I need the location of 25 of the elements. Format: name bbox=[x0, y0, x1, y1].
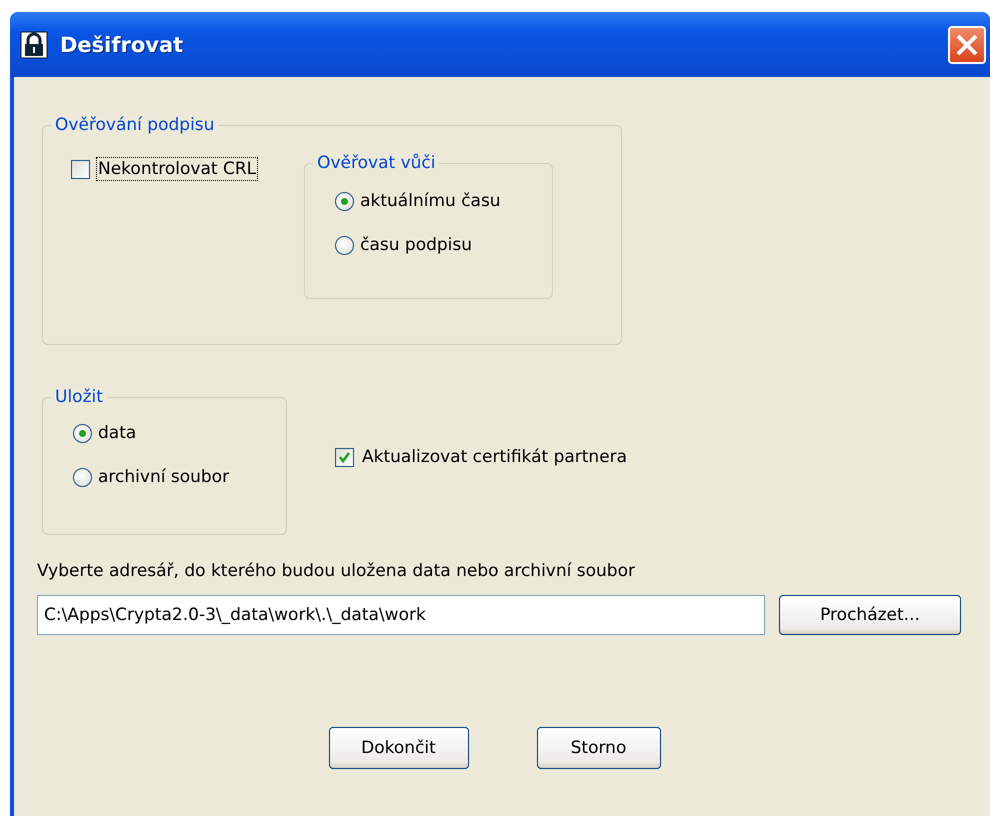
radio-label: aktuálnímu času bbox=[360, 191, 501, 211]
close-icon bbox=[955, 32, 979, 56]
group-title: Ověřovat vůči bbox=[316, 153, 436, 173]
checkbox[interactable] bbox=[335, 448, 354, 466]
browse-button[interactable]: Procházet... bbox=[779, 595, 961, 635]
directory-label: Vyberte adresář, do kterého budou uložena data nebo archivní soubor bbox=[37, 561, 636, 581]
group-title: Uložit bbox=[54, 387, 104, 407]
radio-label: archivní soubor bbox=[98, 467, 230, 487]
close-button[interactable] bbox=[948, 26, 986, 64]
checkbox-label: Aktualizovat certifikát partnera bbox=[361, 446, 628, 469]
radio-button[interactable] bbox=[73, 468, 92, 486]
check-icon bbox=[338, 450, 351, 464]
cancel-button[interactable]: Storno bbox=[536, 727, 660, 769]
group-title: Ověřování podpisu bbox=[54, 115, 216, 135]
radio-button[interactable] bbox=[335, 192, 354, 210]
path-field[interactable]: C:\Apps\Crypta2.0-3\_data\work\.\_data\work bbox=[37, 595, 765, 635]
finish-button[interactable]: Dokončit bbox=[328, 727, 468, 769]
radio-button[interactable] bbox=[335, 236, 354, 254]
radio-button[interactable] bbox=[73, 424, 92, 442]
window-title: Dešifrovat bbox=[60, 32, 184, 56]
radio-label: času podpisu bbox=[360, 235, 472, 255]
radio-label: data bbox=[98, 423, 136, 443]
checkbox[interactable] bbox=[71, 160, 90, 178]
lock-icon bbox=[20, 30, 48, 58]
checkbox-label: Nekontrolovat CRL bbox=[96, 157, 258, 181]
